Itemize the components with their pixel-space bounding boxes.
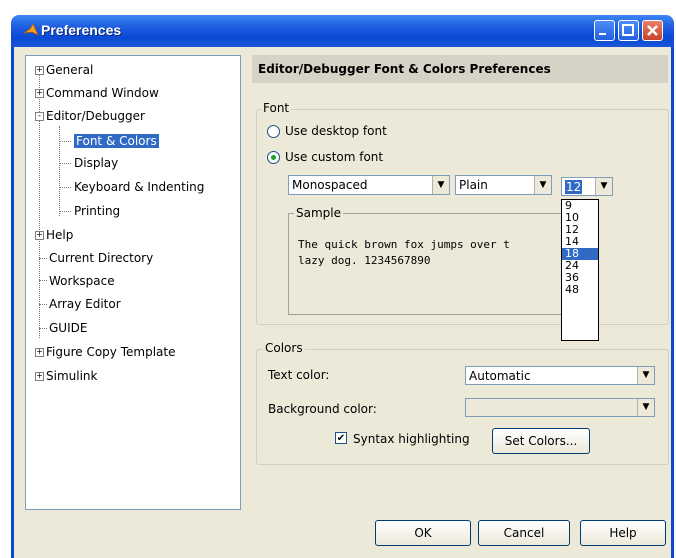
syntax-highlighting-checkbox[interactable]: ✔ [335,432,347,444]
syntax-highlighting-label: Syntax highlighting [353,432,470,446]
tree-connector [59,141,71,142]
expand-icon[interactable]: + [35,89,44,98]
dropdown-arrow-icon[interactable]: ▼ [637,367,654,384]
sample-text: The quick brown fox jumps over t lazy do… [298,237,510,269]
cancel-button[interactable]: Cancel [478,520,570,546]
expand-icon[interactable]: + [35,231,44,240]
tree-item-label: Array Editor [49,297,121,311]
text-color-value: Automatic [469,369,531,383]
preferences-tree[interactable]: + General + Command Window - Editor/Debugge… [25,55,241,510]
tree-connector [59,126,60,216]
expand-icon[interactable]: + [35,66,44,75]
tree-connector [59,163,71,164]
font-family-select[interactable]: Monospaced ▼ [288,175,450,195]
tree-item-label: GUIDE [49,321,88,335]
tree-item-label: Help [46,228,74,242]
help-button[interactable]: Help [580,520,666,546]
font-size-options[interactable]: 9 10 12 14 18 24 36 48 [561,199,599,341]
panel-title: Editor/Debugger Font & Colors Preference… [252,55,668,83]
use-custom-font-radio[interactable]: Use custom font [267,150,383,164]
tree-connector [39,328,47,329]
expand-icon[interactable]: + [35,348,44,357]
sample-line-1: The quick brown fox jumps over t [298,238,510,251]
tree-item-display[interactable]: Display [74,154,118,172]
radio-indicator[interactable] [267,151,280,164]
minimize-icon [599,33,606,35]
tree-connector [39,258,47,259]
dropdown-arrow-icon[interactable]: ▼ [432,176,449,194]
tree-item-simulink[interactable]: + Simulink [35,367,97,385]
tree-item-help[interactable]: + Help [35,226,73,244]
tree-item-label: Command Window [46,86,159,100]
dropdown-arrow-icon[interactable]: ▼ [595,178,612,195]
size-option[interactable]: 48 [562,284,598,296]
tree-item-label: Display [74,156,119,170]
matlab-logo-icon [23,23,39,36]
tree-connector [39,304,47,305]
font-family-value: Monospaced [292,178,368,192]
close-icon [647,25,658,36]
tree-item-current-directory[interactable]: Current Directory [49,249,153,267]
tree-item-label: Keyboard & Indenting [74,180,205,194]
tree-connector [39,280,47,281]
ok-button[interactable]: OK [375,520,471,546]
tree-item-font-colors[interactable]: Font & Colors [74,132,159,150]
use-desktop-font-radio[interactable]: Use desktop font [267,124,387,138]
tree-item-label: Current Directory [49,251,154,265]
close-button[interactable] [642,20,663,41]
font-size-select[interactable]: 12 ▼ [561,177,613,196]
tree-item-general[interactable]: + General [35,61,93,79]
window-title: Preferences [41,22,122,38]
tree-item-command-window[interactable]: + Command Window [35,84,159,102]
tree-item-label: Workspace [49,274,115,288]
tree-item-keyboard-indenting[interactable]: Keyboard & Indenting [74,178,204,196]
font-style-select[interactable]: Plain ▼ [455,175,552,195]
title-bar[interactable]: Preferences [11,15,674,47]
tree-item-label: Font & Colors [74,134,159,148]
tree-item-editor-debugger[interactable]: - Editor/Debugger [35,107,145,125]
text-color-select[interactable]: Automatic ▼ [465,366,655,385]
text-color-label: Text color: [268,368,330,382]
radio-label: Use desktop font [285,124,387,138]
sample-group-title: Sample [294,206,343,220]
font-group-title: Font [261,101,292,115]
tree-item-figure-copy-template[interactable]: + Figure Copy Template [35,343,175,361]
background-color-select[interactable]: ▼ [465,398,655,417]
font-size-value: 12 [565,180,583,194]
dropdown-arrow-icon[interactable]: ▼ [637,399,654,416]
expand-icon[interactable]: + [35,372,44,381]
tree-item-guide[interactable]: GUIDE [49,319,87,337]
collapse-icon[interactable]: - [35,112,44,121]
tree-connector [59,187,71,188]
tree-connector [59,211,71,212]
sample-line-2: lazy dog. 1234567890 [298,254,431,267]
radio-indicator[interactable] [267,125,280,138]
tree-item-workspace[interactable]: Workspace [49,272,115,290]
tree-item-array-editor[interactable]: Array Editor [49,295,121,313]
tree-item-label: Figure Copy Template [46,345,176,359]
background-color-label: Background color: [268,402,377,416]
preferences-window: Preferences + General + Command Window - Ed… [0,0,676,558]
tree-item-label: Editor/Debugger [46,109,145,123]
minimize-button[interactable] [594,20,615,41]
tree-item-label: Printing [74,204,121,218]
tree-item-label: Simulink [46,369,98,383]
set-colors-button[interactable]: Set Colors... [492,428,590,454]
tree-item-label: General [46,63,94,77]
tree-item-printing[interactable]: Printing [74,202,120,220]
radio-label: Use custom font [285,150,384,164]
dropdown-arrow-icon[interactable]: ▼ [534,176,551,194]
maximize-button[interactable] [618,20,639,41]
colors-group-title: Colors [263,341,305,355]
maximize-icon [622,24,634,36]
font-style-value: Plain [459,178,488,192]
